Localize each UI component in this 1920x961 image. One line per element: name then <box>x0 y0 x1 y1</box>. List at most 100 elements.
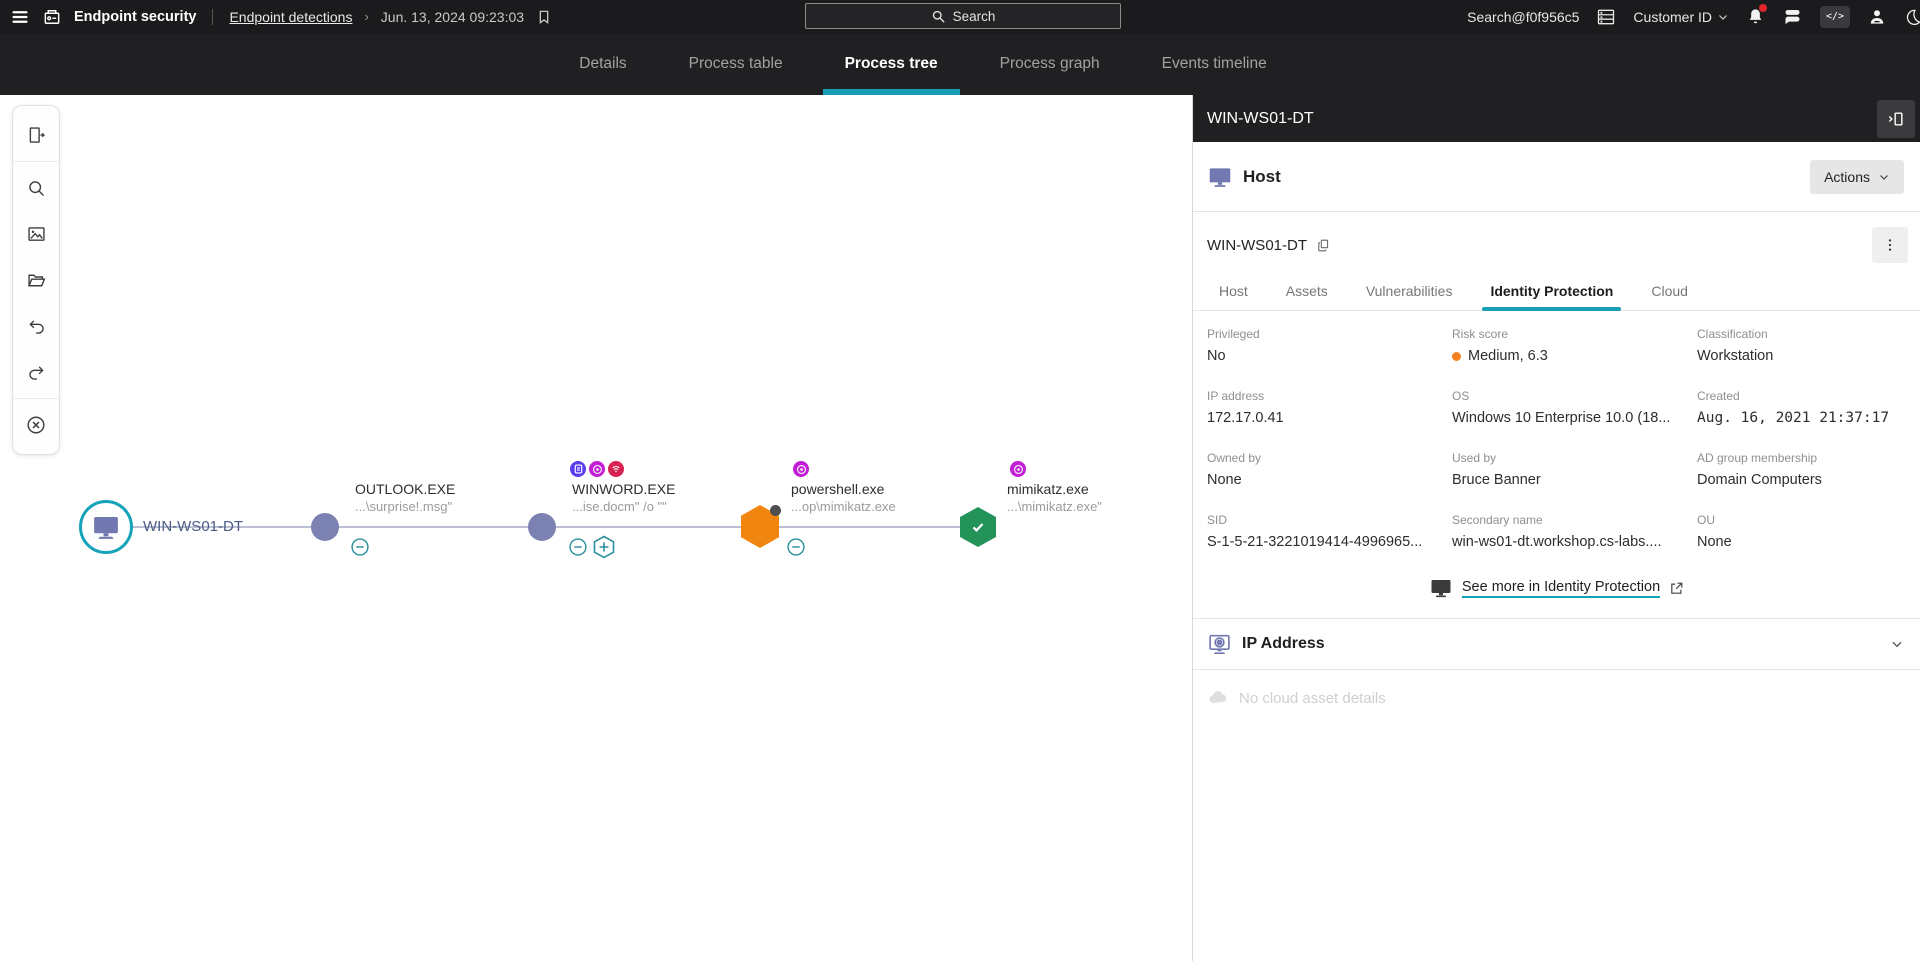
search-icon <box>931 9 946 24</box>
notifications-bell-icon[interactable] <box>1746 7 1765 26</box>
search-label: Search <box>953 9 996 24</box>
field-ip-address: IP address 172.17.0.41 <box>1207 389 1452 426</box>
hamburger-menu-icon[interactable] <box>10 7 30 27</box>
detection-timestamp: Jun. 13, 2024 09:23:03 <box>381 9 524 25</box>
target-badge-icon[interactable] <box>1010 461 1026 477</box>
tree-node-host-label[interactable]: WIN-WS01-DT <box>143 518 243 535</box>
copy-icon[interactable] <box>1316 238 1331 253</box>
customer-id-menu[interactable]: Customer ID <box>1633 9 1729 25</box>
ip-section-title: IP Address <box>1242 635 1325 653</box>
field-ad-group-membership: AD group membership Domain Computers <box>1697 451 1906 488</box>
tree-node-winword-label[interactable]: WINWORD.EXE ...ise.docm" /o "" <box>572 481 675 515</box>
collapse-panel-button[interactable] <box>1877 100 1915 138</box>
event-count-dot <box>770 505 781 516</box>
close-circle-icon[interactable] <box>12 402 60 448</box>
risk-severity-dot <box>1452 352 1461 361</box>
tree-node-mimikatz-label[interactable]: mimikatz.exe ...\mimikatz.exe" <box>1007 481 1102 515</box>
field-risk-score: Risk score Medium, 6.3 <box>1452 327 1697 364</box>
tab-identity-protection[interactable]: Identity Protection <box>1488 277 1615 310</box>
tab-vulnerabilities[interactable]: Vulnerabilities <box>1364 277 1455 310</box>
tree-node-mimikatz[interactable] <box>960 507 996 547</box>
field-sid: SID S-1-5-21-3221019414-4996965... <box>1207 513 1452 550</box>
support-chat-icon[interactable] <box>1782 6 1803 27</box>
entity-name: WIN-WS01-DT <box>1207 237 1307 254</box>
console-logo-icon[interactable] <box>42 7 62 27</box>
document-badge-icon[interactable] <box>570 461 586 477</box>
process-tree-canvas[interactable]: WIN-WS01-DT OUTLOOK.EXE ...\surprise!.ms… <box>0 95 1192 961</box>
more-options-button[interactable] <box>1872 227 1908 263</box>
detection-badges <box>570 461 624 477</box>
top-app-bar: Endpoint security Endpoint detections › … <box>0 0 1920 33</box>
panel-title: WIN-WS01-DT <box>1207 110 1314 128</box>
see-more-row: See more in Identity Protection <box>1193 570 1920 618</box>
field-created: Created Aug. 16, 2021 21:37:17 <box>1697 389 1906 426</box>
host-detail-panel: WIN-WS01-DT Host Actions WIN-WS01-DT Hos… <box>1192 95 1920 961</box>
undo-icon[interactable] <box>12 303 60 349</box>
monitor-icon <box>91 512 121 542</box>
tab-process-graph[interactable]: Process graph <box>978 33 1122 95</box>
field-owned-by: Owned by None <box>1207 451 1452 488</box>
chevron-down-icon[interactable] <box>1890 637 1904 651</box>
no-cloud-text: No cloud asset details <box>1239 690 1386 707</box>
cloud-icon <box>1207 687 1229 709</box>
signal-badge-icon[interactable] <box>608 461 624 477</box>
panel-header: WIN-WS01-DT <box>1193 95 1920 142</box>
host-section-header: Host Actions <box>1193 142 1920 212</box>
detection-badges <box>793 461 809 477</box>
section-title: Host <box>1243 167 1281 187</box>
divider <box>212 9 213 25</box>
tree-toolbar <box>12 105 60 455</box>
tab-assets[interactable]: Assets <box>1284 277 1330 310</box>
dark-mode-moon-icon[interactable] <box>1904 6 1920 28</box>
tab-details[interactable]: Details <box>557 33 648 95</box>
tab-process-tree[interactable]: Process tree <box>823 33 960 95</box>
collapse-node-button[interactable] <box>568 537 588 557</box>
tab-events-timeline[interactable]: Events timeline <box>1140 33 1289 95</box>
ip-address-section-header[interactable]: IP Address <box>1193 618 1920 670</box>
field-used-by: Used by Bruce Banner <box>1452 451 1697 488</box>
target-badge-icon[interactable] <box>793 461 809 477</box>
zoom-search-icon[interactable] <box>12 165 60 211</box>
divider <box>12 161 60 162</box>
collapse-node-button[interactable] <box>786 537 806 557</box>
notification-badge <box>1759 4 1767 12</box>
tree-node-winword[interactable] <box>528 513 556 541</box>
expand-node-button[interactable] <box>593 535 615 559</box>
target-badge-icon[interactable] <box>589 461 605 477</box>
host-details-grid: Privileged No Risk score Medium, 6.3 Cla… <box>1193 311 1920 570</box>
chevron-down-icon <box>1717 11 1729 23</box>
collapse-node-button[interactable] <box>350 537 370 557</box>
breadcrumb-endpoint-detections[interactable]: Endpoint detections <box>229 9 352 25</box>
snapshot-image-icon[interactable] <box>12 211 60 257</box>
field-classification: Classification Workstation <box>1697 327 1906 364</box>
tree-node-host[interactable] <box>79 500 133 554</box>
entity-row: WIN-WS01-DT <box>1193 212 1920 263</box>
redo-icon[interactable] <box>12 349 60 395</box>
tab-host[interactable]: Host <box>1217 277 1250 310</box>
no-cloud-asset-row: No cloud asset details <box>1193 670 1920 726</box>
check-icon <box>969 518 987 536</box>
open-folder-icon[interactable] <box>12 257 60 303</box>
monitor-icon <box>1429 576 1453 600</box>
see-more-identity-protection-link[interactable]: See more in Identity Protection <box>1462 579 1660 598</box>
api-code-icon[interactable]: </> <box>1820 6 1850 28</box>
monitor-icon <box>1207 164 1233 190</box>
bookmark-icon[interactable] <box>536 9 552 25</box>
detection-badges <box>1010 461 1026 477</box>
tab-cloud[interactable]: Cloud <box>1649 277 1690 310</box>
panel-tabs: Host Assets Vulnerabilities Identity Pro… <box>1193 277 1920 311</box>
actions-button[interactable]: Actions <box>1810 160 1904 194</box>
global-search-input[interactable]: Search <box>805 3 1121 29</box>
field-os: OS Windows 10 Enterprise 10.0 (18... <box>1452 389 1697 426</box>
server-rack-icon[interactable] <box>1596 7 1616 27</box>
tree-node-powershell-label[interactable]: powershell.exe ...op\mimikatz.exe <box>791 481 896 515</box>
tree-node-outlook-label[interactable]: OUTLOOK.EXE ...\surprise!.msg" <box>355 481 455 515</box>
field-ou: OU None <box>1697 513 1906 550</box>
external-link-icon <box>1669 581 1684 596</box>
open-panel-icon[interactable] <box>12 112 60 158</box>
tab-process-table[interactable]: Process table <box>667 33 805 95</box>
ip-monitor-icon <box>1207 632 1232 657</box>
user-profile-icon[interactable] <box>1867 7 1887 27</box>
tree-node-outlook[interactable] <box>311 513 339 541</box>
view-tabbar: Details Process table Process tree Proce… <box>0 33 1920 95</box>
